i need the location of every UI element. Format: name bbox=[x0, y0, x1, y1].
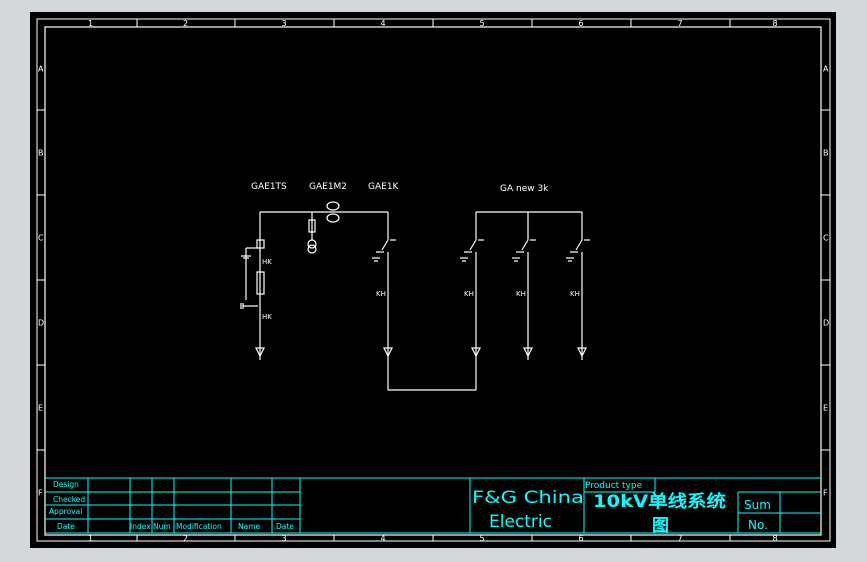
zone-row-label: A bbox=[823, 65, 829, 74]
zone-row-label: D bbox=[38, 319, 44, 328]
zone-row-label: E bbox=[823, 404, 828, 413]
zone-column-label: 6 bbox=[579, 19, 584, 28]
tb-checked: Checked bbox=[53, 495, 85, 504]
tb-index: Index bbox=[130, 522, 151, 531]
zone-row-label: D bbox=[823, 319, 829, 328]
tb-no: No. bbox=[748, 518, 768, 532]
tb-date2: Date bbox=[276, 522, 294, 531]
zone-column-label: 4 bbox=[381, 534, 386, 543]
product-type-value-line2: 图 bbox=[652, 516, 669, 536]
tb-num: Num bbox=[153, 522, 171, 531]
zone-column-label: 2 bbox=[183, 534, 188, 543]
tb-name: Name bbox=[238, 522, 261, 531]
tb-modification: Modification bbox=[176, 522, 222, 531]
zone-column-label: 1 bbox=[88, 534, 93, 543]
zone-row-label: E bbox=[38, 404, 43, 413]
zone-column-label: 4 bbox=[381, 19, 386, 28]
indicator-symbol: KH bbox=[516, 290, 526, 298]
tb-date: Date bbox=[57, 522, 75, 531]
zone-column-label: 7 bbox=[678, 534, 683, 543]
tb-sum: Sum bbox=[744, 498, 771, 512]
zone-row-label: B bbox=[38, 149, 44, 158]
zone-row-label: C bbox=[38, 234, 44, 243]
label-group: GA new 3k bbox=[500, 184, 549, 194]
product-type-value: 10kV单线系统 bbox=[593, 491, 726, 512]
zone-column-label: 1 bbox=[88, 19, 93, 28]
label-panel1: GAE1TS bbox=[251, 182, 287, 192]
indicator-symbol: KH bbox=[570, 290, 580, 298]
label-panel2: GAE1M2 bbox=[309, 182, 347, 192]
indicator-symbol: KH bbox=[464, 290, 474, 298]
zone-row-label: F bbox=[38, 489, 43, 498]
zone-column-label: 3 bbox=[282, 19, 287, 28]
zone-row-label: F bbox=[823, 489, 828, 498]
zone-column-label: 7 bbox=[678, 19, 683, 28]
drawing-canvas: 1 1 2 2 3 3 4 4 5 5 6 6 7 7 8 8 A A B B C C D D E E F F HK HK bbox=[30, 12, 836, 548]
company-name: F&G China bbox=[472, 488, 584, 508]
zone-column-label: 8 bbox=[773, 19, 778, 28]
sheet-background bbox=[30, 12, 836, 548]
tb-design: Design bbox=[53, 480, 79, 489]
zone-row-label: A bbox=[38, 65, 44, 74]
zone-column-label: 6 bbox=[579, 534, 584, 543]
zone-column-label: 5 bbox=[480, 19, 485, 28]
zone-column-label: 5 bbox=[480, 534, 485, 543]
zone-column-label: 2 bbox=[183, 19, 188, 28]
zone-row-label: C bbox=[823, 234, 829, 243]
tb-approval: Approval bbox=[49, 507, 82, 516]
indicator-symbol: HK bbox=[262, 258, 272, 266]
tb-product-type-label: Product type bbox=[585, 481, 643, 491]
company-name-line2: Electric bbox=[489, 512, 552, 532]
zone-row-label: B bbox=[823, 149, 829, 158]
zone-column-label: 3 bbox=[282, 534, 287, 543]
zone-column-label: 8 bbox=[773, 534, 778, 543]
indicator-symbol: HK bbox=[262, 313, 272, 321]
label-panel3: GAE1K bbox=[368, 182, 400, 192]
indicator-symbol: KH bbox=[376, 290, 386, 298]
